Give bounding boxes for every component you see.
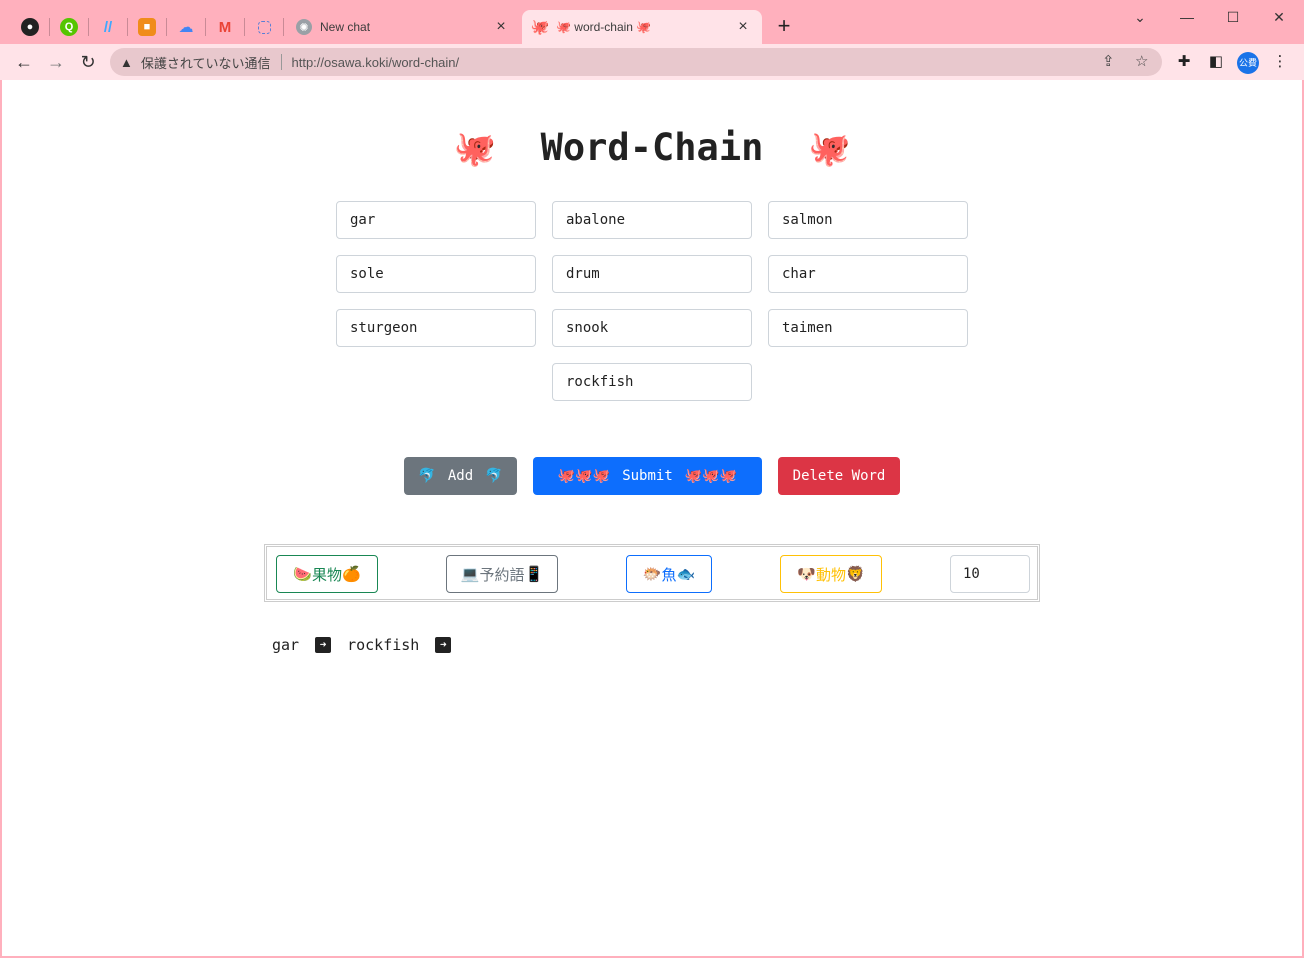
zenn-icon[interactable]: // [90, 10, 126, 44]
new-tab-button[interactable]: + [773, 15, 795, 38]
tab-separator [205, 18, 206, 36]
title-text: Word-Chain [540, 126, 764, 169]
tab-separator [244, 18, 245, 36]
word-input[interactable]: char [768, 255, 968, 293]
tab-title: New chat [320, 20, 371, 34]
word-chain-result: gar ➜ rockfish ➜ [272, 636, 467, 654]
tab-separator [88, 18, 89, 36]
extensions-icon[interactable]: ✚ [1174, 52, 1194, 72]
browser-toolbar: ← → ↻ ▲ 保護されていない通信 http://osawa.koki/wor… [0, 44, 1304, 80]
word-input[interactable]: gar [336, 201, 536, 239]
delete-word-button[interactable]: Delete Word [778, 457, 900, 495]
back-icon[interactable]: ← [12, 50, 36, 74]
category-label: 果物 [311, 565, 342, 584]
url-text[interactable]: http://osawa.koki/word-chain/ [292, 55, 460, 70]
tab-word-chain[interactable]: 🐙 🐙 word-chain 🐙 × [522, 10, 762, 44]
category-label: 動物 [815, 565, 846, 584]
maximize-icon[interactable]: ☐ [1221, 6, 1245, 28]
google-cloud-icon[interactable]: ☁ [168, 10, 204, 44]
tab-new-chat[interactable]: ✺ New chat × [286, 10, 520, 44]
category-panel: 🍉 果物 🍊 💻 予約語 📱 🐡 魚 🐟 🐶 動物 🦁 10 [264, 544, 1040, 602]
tab-title: 🐙 word-chain 🐙 [556, 20, 652, 34]
orange-icon: 🍊 [342, 565, 361, 583]
side-panel-icon[interactable]: ◧ [1206, 52, 1226, 72]
tab-separator [283, 18, 284, 36]
octopus-icon: 🐙 [453, 129, 497, 169]
word-input[interactable]: abalone [552, 201, 752, 239]
github-icon[interactable]: ● [12, 10, 48, 44]
security-label[interactable]: 保護されていない通信 [141, 53, 271, 72]
window-close-icon[interactable]: ✕ [1267, 6, 1291, 28]
forward-icon[interactable]: → [44, 50, 68, 74]
add-button[interactable]: 🐬 Add 🐬 [404, 457, 517, 495]
minimize-icon[interactable]: — [1175, 6, 1199, 28]
octopus-icon: 🐙 [807, 129, 851, 169]
watermelon-icon: 🍉 [293, 565, 312, 583]
qiita-icon[interactable]: Q [51, 10, 87, 44]
octopus-icon: 🐙🐙🐙 [684, 468, 738, 484]
lion-icon: 🦁 [846, 565, 865, 583]
category-fruit-button[interactable]: 🍉 果物 🍊 [276, 555, 378, 593]
phone-icon: 📱 [524, 565, 544, 583]
word-input[interactable]: snook [552, 309, 752, 347]
category-label: 魚 [661, 565, 677, 584]
category-label: 予約語 [479, 565, 525, 584]
close-icon[interactable]: × [734, 18, 752, 36]
arrow-right-icon: ➜ [315, 637, 332, 653]
tab-separator [49, 18, 50, 36]
add-label: Add [447, 468, 474, 484]
laptop-icon: 💻 [460, 565, 480, 583]
address-bar[interactable]: ▲ 保護されていない通信 http://osawa.koki/word-chai… [110, 48, 1162, 76]
bookmark-star-icon[interactable]: ☆ [1135, 52, 1148, 70]
count-input[interactable]: 10 [950, 555, 1030, 593]
category-animal-button[interactable]: 🐶 動物 🦁 [780, 555, 882, 593]
close-icon[interactable]: × [492, 18, 510, 36]
category-reserved-button[interactable]: 💻 予約語 📱 [446, 555, 558, 593]
menu-icon[interactable]: ⋮ [1270, 52, 1290, 72]
chain-word: rockfish [347, 636, 420, 654]
reload-icon[interactable]: ↻ [76, 50, 100, 74]
submit-button[interactable]: 🐙🐙🐙 Submit 🐙🐙🐙 [533, 457, 762, 495]
word-input[interactable]: sole [336, 255, 536, 293]
word-input[interactable]: drum [552, 255, 752, 293]
chain-word: gar [272, 636, 300, 654]
arrow-right-icon: ➜ [435, 637, 452, 653]
fish-icon: 🐟 [676, 565, 696, 583]
word-input[interactable]: rockfish [552, 363, 752, 401]
tab-bar: ● Q // ■ ☁ M ✺ New chat × 🐙 🐙 word-chain… [0, 0, 1304, 44]
category-fish-button[interactable]: 🐡 魚 🐟 [626, 555, 712, 593]
box-icon[interactable]: ■ [129, 10, 165, 44]
warning-icon[interactable]: ▲ [120, 55, 133, 70]
openai-icon: ✺ [296, 19, 312, 35]
page-title: 🐙 Word-Chain 🐙 [2, 126, 1302, 169]
word-input[interactable]: sturgeon [336, 309, 536, 347]
octopus-icon: 🐙🐙🐙 [557, 468, 611, 484]
word-input[interactable]: salmon [768, 201, 968, 239]
dog-icon: 🐶 [797, 565, 816, 583]
page-content: 🐙 Word-Chain 🐙 gar abalone salmon sole d… [2, 80, 1302, 956]
tab-separator [127, 18, 128, 36]
dolphin-icon: 🐬 [418, 468, 436, 484]
submit-label: Submit [622, 468, 673, 484]
placeholder-icon[interactable] [246, 10, 282, 44]
avatar[interactable]: 公費 [1237, 52, 1259, 74]
dolphin-icon: 🐬 [485, 468, 503, 484]
tab-separator [166, 18, 167, 36]
tab-search-icon[interactable]: ⌄ [1128, 6, 1152, 28]
gmail-icon[interactable]: M [207, 10, 243, 44]
share-icon[interactable]: ⇪ [1102, 52, 1115, 70]
divider [280, 54, 282, 70]
word-input[interactable]: taimen [768, 309, 968, 347]
blowfish-icon: 🐡 [642, 565, 662, 583]
octopus-icon: 🐙 [530, 19, 550, 36]
